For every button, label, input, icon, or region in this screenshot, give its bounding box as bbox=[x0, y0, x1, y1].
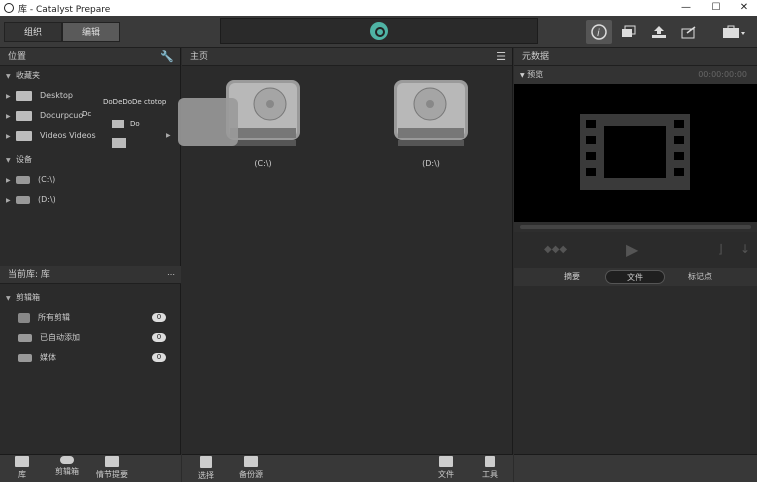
mark-out-icon[interactable]: ↓ bbox=[740, 242, 750, 256]
drive-icon bbox=[18, 333, 32, 342]
mark-in-icon[interactable]: ⌋ bbox=[718, 242, 723, 256]
upload-icon[interactable] bbox=[646, 20, 672, 44]
film-icon bbox=[580, 114, 690, 190]
drive-icon bbox=[16, 175, 30, 184]
folder-icon bbox=[112, 138, 126, 148]
drag-ghost-drive bbox=[178, 98, 238, 146]
metadata-header: 元数据 bbox=[514, 48, 757, 66]
favorites-group[interactable]: ▼ 收藏夹 bbox=[6, 66, 180, 86]
storyboard-icon bbox=[105, 456, 119, 467]
library-button[interactable]: 库 bbox=[8, 456, 36, 480]
tab-edit[interactable]: 编辑 bbox=[62, 22, 120, 42]
maximize-button[interactable]: ☐ bbox=[702, 0, 730, 16]
drag-ghost-text: Dc bbox=[82, 110, 92, 118]
backup-source-button[interactable]: 备份源 bbox=[236, 456, 266, 480]
location-title: 位置 bbox=[8, 52, 27, 62]
bottom-bar-right bbox=[514, 454, 757, 482]
select-button[interactable]: 选择 bbox=[192, 456, 220, 481]
bin-item-auto-added[interactable]: 已自动添加 0 bbox=[6, 328, 176, 348]
timecode: 00:00:00:00 bbox=[698, 70, 747, 79]
folder-icon bbox=[112, 120, 124, 128]
folder-icon bbox=[16, 130, 32, 141]
drive-label: (D:\) bbox=[422, 159, 440, 168]
folder-icon bbox=[16, 110, 32, 121]
current-library-header: 当前库: 库 ⋯ bbox=[0, 266, 181, 284]
chevron-right-icon: ▶ bbox=[166, 132, 171, 139]
play-icon[interactable]: ▶ bbox=[626, 240, 638, 259]
loop-icon[interactable]: ◆◆◆ bbox=[544, 244, 567, 255]
toolbox-icon[interactable] bbox=[718, 20, 750, 44]
tools-button[interactable]: 工具 bbox=[476, 456, 504, 480]
window-title: 库 - Catalyst Prepare bbox=[18, 5, 111, 15]
preview-bar[interactable]: ▼ 预览 00:00:00:00 bbox=[514, 66, 757, 84]
count-badge: 0 bbox=[152, 313, 166, 322]
storyboard-button[interactable]: 情节提要 bbox=[94, 456, 130, 480]
minimize-button[interactable]: — bbox=[672, 0, 700, 16]
favorite-item-videos[interactable]: ▶ Videos Videos bbox=[6, 126, 180, 146]
favorites-label: 收藏夹 bbox=[16, 71, 40, 80]
copy-icon[interactable] bbox=[616, 20, 642, 44]
left-panel: 位置 🔧 ▼ 收藏夹 ▶ Desktop ▶ Docurpcuo ▶ Videos Vi… bbox=[0, 48, 181, 454]
home-header: 主页 ☰ bbox=[182, 48, 512, 66]
drag-ghost-text: DoDeDoDe ctotop bbox=[103, 98, 167, 106]
device-item-c[interactable]: ▶ (C:\) bbox=[6, 170, 180, 190]
svg-text:i: i bbox=[597, 28, 600, 39]
device-item-d[interactable]: ▶ (D:\) bbox=[6, 190, 180, 210]
select-icon bbox=[200, 456, 212, 468]
bin-icon bbox=[60, 456, 74, 464]
bin-group[interactable]: ▼ 剪辑箱 bbox=[6, 288, 176, 308]
count-badge: 0 bbox=[152, 353, 166, 362]
devices-group[interactable]: ▼ 设备 bbox=[6, 150, 180, 170]
film-icon bbox=[439, 456, 453, 467]
scrubber[interactable] bbox=[514, 222, 757, 232]
tab-summary[interactable]: 摘要 bbox=[542, 270, 602, 284]
wrench-icon bbox=[485, 456, 495, 467]
app-icon bbox=[4, 3, 14, 13]
video-preview bbox=[514, 84, 757, 222]
file-button[interactable]: 文件 bbox=[432, 456, 460, 480]
playback-controls: ◆◆◆ ▶ ⌋ ↓ bbox=[514, 232, 757, 268]
close-button[interactable]: ✕ bbox=[730, 0, 757, 16]
tab-file[interactable]: 文件 bbox=[605, 270, 665, 284]
count-badge: 0 bbox=[152, 333, 166, 342]
right-panel: 元数据 ▼ 预览 00:00:00:00 ◆◆◆ ▶ ⌋ ↓ bbox=[514, 48, 757, 454]
drag-ghost-text: Do bbox=[130, 120, 140, 128]
tab-markers[interactable]: 标记点 bbox=[670, 270, 730, 284]
bin-item-all-clips[interactable]: 所有剪辑 0 bbox=[6, 308, 176, 328]
title-bar: 库 - Catalyst Prepare — ☐ ✕ bbox=[0, 0, 757, 16]
bin-button[interactable]: 剪辑箱 bbox=[50, 456, 84, 477]
library-icon bbox=[15, 456, 29, 467]
share-icon[interactable] bbox=[676, 20, 702, 44]
clip-icon bbox=[18, 312, 30, 323]
hard-drive-icon bbox=[394, 80, 468, 146]
drive-label: (C:\) bbox=[254, 159, 272, 168]
drive-tile-d[interactable]: (D:\) bbox=[390, 78, 472, 168]
bottom-bar-main bbox=[182, 454, 513, 482]
chevron-down-icon: ▼ bbox=[520, 72, 525, 79]
backup-icon bbox=[244, 456, 258, 467]
wrench-icon[interactable]: 🔧 bbox=[160, 48, 174, 66]
folder-icon bbox=[16, 90, 32, 101]
info-icon[interactable]: i bbox=[586, 20, 612, 44]
grid-icon[interactable]: ⋯ bbox=[167, 266, 175, 284]
drive-icon bbox=[18, 353, 32, 362]
drive-icon bbox=[16, 195, 30, 204]
bin-item-media[interactable]: 媒体 0 bbox=[6, 348, 176, 368]
location-header: 位置 🔧 bbox=[0, 48, 180, 66]
favorite-item-documents[interactable]: ▶ Docurpcuo bbox=[6, 106, 180, 126]
list-view-icon[interactable]: ☰ bbox=[496, 48, 506, 66]
gear-icon[interactable] bbox=[370, 22, 388, 40]
tab-organize[interactable]: 组织 bbox=[4, 22, 62, 42]
